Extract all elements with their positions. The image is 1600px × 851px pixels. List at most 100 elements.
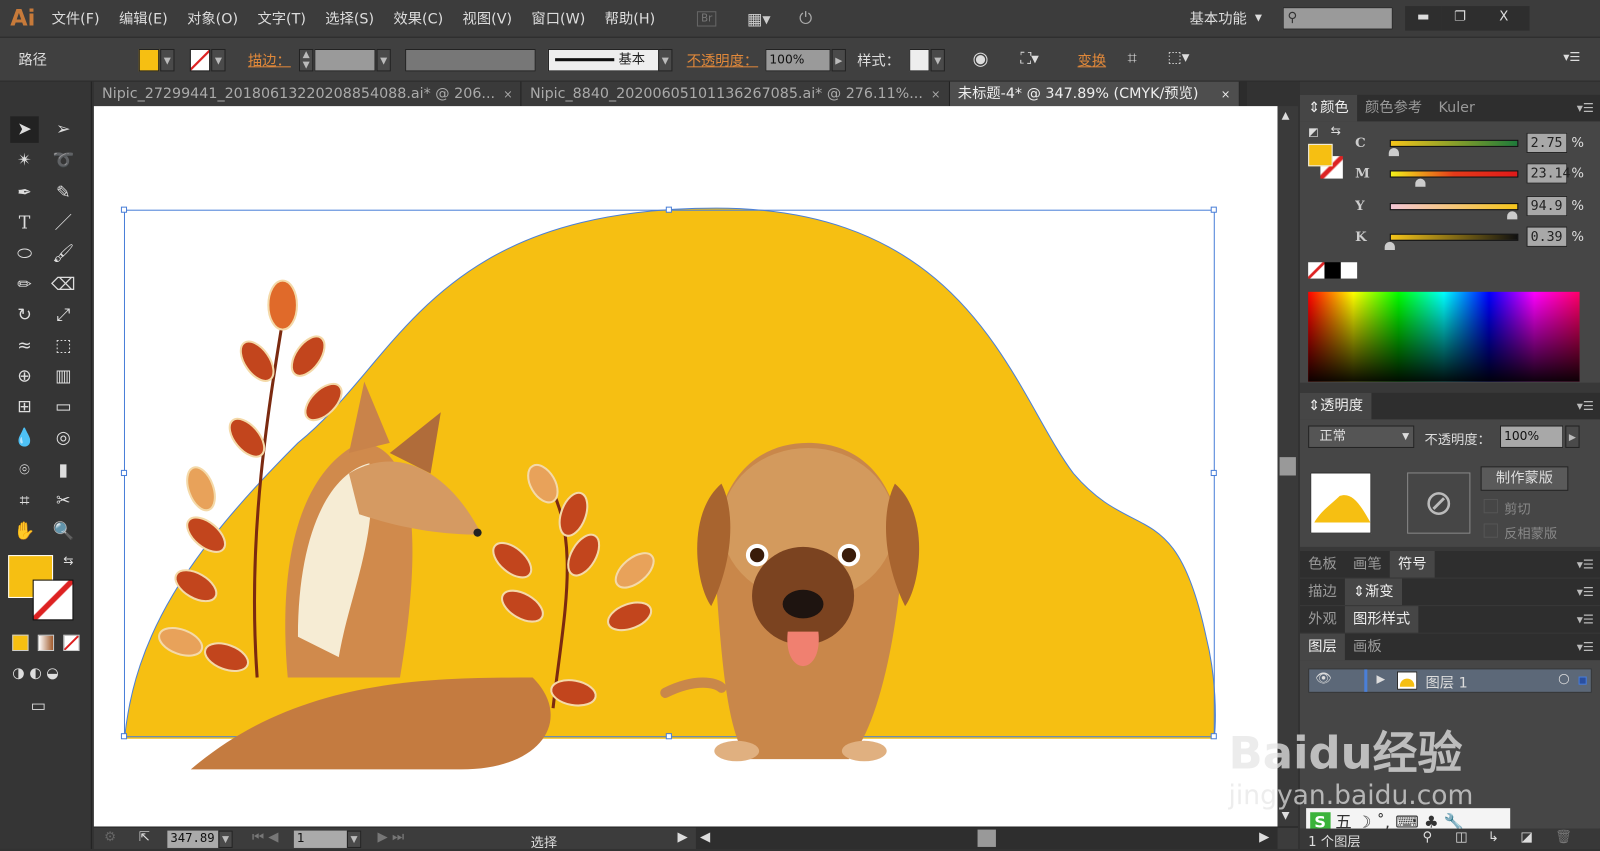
magenta-slider[interactable] bbox=[1389, 170, 1519, 178]
workspace-switcher[interactable]: 基本功能 bbox=[1190, 8, 1247, 28]
scroll-up-arrow[interactable]: ▲ bbox=[1282, 110, 1290, 121]
eraser-tool[interactable]: ⌫ bbox=[49, 271, 78, 298]
menu-file[interactable]: 文件(F) bbox=[52, 8, 100, 28]
make-clipping-mask-icon[interactable]: ◫ bbox=[1455, 830, 1468, 845]
stroke-swatch-none[interactable] bbox=[189, 48, 211, 72]
cyan-slider-thumb[interactable] bbox=[1388, 147, 1399, 157]
panel-menu-icon[interactable]: ▾☰ bbox=[1577, 393, 1594, 420]
bridge-button[interactable]: Br bbox=[696, 10, 717, 27]
stroke-weight-stepper[interactable]: ▲ ▼ bbox=[298, 48, 314, 72]
select-similar-icon[interactable]: ⬚▾ bbox=[1167, 48, 1189, 66]
tab-brushes[interactable]: 画笔 bbox=[1345, 551, 1390, 578]
zoom-tool[interactable]: 🔍 bbox=[49, 518, 78, 545]
black-slider[interactable] bbox=[1389, 233, 1519, 241]
tab-artboards[interactable]: 画板 bbox=[1345, 634, 1390, 661]
tab-color[interactable]: ⇕颜色 bbox=[1299, 94, 1357, 122]
tab-color-guide[interactable]: 颜色参考 bbox=[1357, 95, 1430, 122]
fill-dropdown[interactable]: ▼ bbox=[160, 48, 175, 72]
stroke-weight-input[interactable] bbox=[314, 48, 376, 72]
white-swatch[interactable] bbox=[1340, 262, 1358, 279]
screen-mode-icon[interactable]: ▭ bbox=[31, 696, 46, 715]
gradient-tool[interactable]: ▭ bbox=[49, 394, 78, 421]
color-spectrum[interactable] bbox=[1308, 291, 1580, 382]
transform-link[interactable]: 变换 bbox=[1078, 50, 1107, 70]
graphic-style-swatch[interactable] bbox=[909, 48, 930, 72]
menu-select[interactable]: 选择(S) bbox=[325, 8, 374, 28]
lasso-tool[interactable]: ➰ bbox=[49, 147, 78, 174]
opacity-input[interactable]: 100% bbox=[1499, 425, 1564, 448]
new-sublayer-icon[interactable]: ↳ bbox=[1488, 830, 1499, 845]
menu-type[interactable]: 文字(T) bbox=[257, 8, 305, 28]
pencil-tool[interactable]: ✏ bbox=[10, 271, 39, 298]
status-menu-arrow[interactable]: ▶ bbox=[678, 830, 688, 845]
tab-symbols[interactable]: 符号 bbox=[1389, 551, 1435, 578]
color-mode-button[interactable] bbox=[12, 634, 29, 652]
yellow-slider-thumb[interactable] bbox=[1507, 211, 1518, 220]
curvature-tool[interactable]: ✎ bbox=[49, 180, 78, 207]
expand-arrow-icon[interactable]: ▶ bbox=[1377, 672, 1386, 685]
slice-tool[interactable]: ✂ bbox=[49, 488, 78, 515]
cyan-value-input[interactable]: 2.75 bbox=[1526, 132, 1568, 154]
symbol-sprayer-tool[interactable]: ⌾ bbox=[10, 457, 39, 484]
layer-name[interactable]: 图层 1 bbox=[1425, 672, 1467, 692]
tab-document-1[interactable]: Nipic_27299441_20180613220208854088.ai* … bbox=[93, 81, 522, 107]
menu-window[interactable]: 窗口(W) bbox=[531, 8, 585, 28]
close-icon[interactable]: × bbox=[503, 88, 512, 101]
minimize-button[interactable]: ▬ bbox=[1404, 6, 1442, 31]
default-colors-icon[interactable]: ◩ bbox=[1308, 126, 1319, 139]
zoom-dropdown[interactable]: ▼ bbox=[218, 830, 233, 848]
make-mask-button[interactable]: 制作蒙版 bbox=[1480, 466, 1569, 491]
panel-menu-icon[interactable]: ▾☰ bbox=[1577, 95, 1594, 122]
opacity-input[interactable]: 100% bbox=[765, 48, 831, 72]
zoom-level-input[interactable]: 347.89 bbox=[167, 830, 219, 848]
opacity-arrow[interactable]: ▶ bbox=[1565, 425, 1580, 448]
artboard-nav-next[interactable]: ▶ ⏭ bbox=[378, 830, 404, 845]
target-circle-icon[interactable]: ○ bbox=[1558, 671, 1570, 686]
scroll-thumb[interactable] bbox=[1279, 457, 1296, 476]
perspective-grid-tool[interactable]: ▥ bbox=[49, 363, 78, 390]
width-tool[interactable]: ≈ bbox=[10, 333, 39, 360]
magenta-value-input[interactable]: 23.14 bbox=[1526, 163, 1571, 184]
type-tool[interactable]: T bbox=[10, 210, 39, 237]
delete-layer-icon[interactable]: 🗑 bbox=[1555, 830, 1572, 845]
artboard-canvas[interactable] bbox=[93, 106, 1278, 827]
hand-tool[interactable]: ✋ bbox=[10, 518, 39, 545]
panel-menu-icon[interactable]: ▾☰ bbox=[1563, 50, 1580, 64]
yellow-value-input[interactable]: 94.9 bbox=[1526, 195, 1568, 217]
tab-swatches[interactable]: 色板 bbox=[1300, 551, 1345, 578]
tab-kuler[interactable]: Kuler bbox=[1430, 95, 1483, 122]
tab-graphic-styles[interactable]: 图形样式 bbox=[1344, 606, 1419, 633]
brush-dropdown[interactable]: ▼ bbox=[658, 48, 673, 72]
none-mode-button[interactable] bbox=[63, 634, 80, 652]
fill-color-box[interactable] bbox=[1308, 143, 1333, 167]
menu-view[interactable]: 视图(V) bbox=[463, 8, 513, 28]
restore-button[interactable]: ❐ bbox=[1441, 6, 1479, 31]
layer-row[interactable]: 👁 ▶ 图层 1 ○ bbox=[1308, 668, 1592, 693]
panel-menu-icon[interactable]: ▾☰ bbox=[1577, 606, 1594, 633]
invert-mask-checkbox[interactable] bbox=[1483, 523, 1498, 538]
scroll-down-arrow[interactable]: ▼ bbox=[1282, 810, 1290, 821]
line-tool[interactable]: ／ bbox=[49, 210, 78, 237]
hscroll-thumb[interactable] bbox=[977, 829, 996, 847]
search-input[interactable]: ⚲ bbox=[1282, 7, 1393, 30]
selection-indicator[interactable] bbox=[1578, 676, 1587, 685]
direct-selection-tool[interactable]: ➢ bbox=[49, 116, 78, 143]
stroke-label[interactable]: 描边： bbox=[248, 50, 291, 70]
shape-builder-tool[interactable]: ⊕ bbox=[10, 363, 39, 390]
share-icon[interactable]: ⇱ bbox=[139, 830, 150, 845]
scroll-right-arrow[interactable]: ▶ bbox=[1259, 830, 1269, 845]
artboard-nav-first[interactable]: ⏮ ◀ bbox=[252, 830, 278, 845]
none-swatch[interactable] bbox=[1308, 262, 1325, 279]
stroke-color-box[interactable] bbox=[32, 579, 74, 621]
brush-definition[interactable]: 基本 bbox=[547, 48, 663, 72]
tab-stroke[interactable]: 描边 bbox=[1300, 579, 1345, 606]
blend-tool[interactable]: ◎ bbox=[49, 424, 78, 451]
align-icon[interactable]: ⛶▾ bbox=[1020, 49, 1038, 67]
menu-edit[interactable]: 编辑(E) bbox=[119, 8, 168, 28]
menu-help[interactable]: 帮助(H) bbox=[605, 8, 655, 28]
variable-width-profile[interactable] bbox=[405, 48, 536, 72]
eyedropper-tool[interactable]: 💧 bbox=[10, 424, 39, 451]
mask-thumbnail[interactable]: ⊘ bbox=[1407, 472, 1471, 534]
arrange-documents-icon[interactable]: ▦▾ bbox=[747, 9, 771, 28]
panel-menu-icon[interactable]: ▾☰ bbox=[1577, 634, 1594, 661]
